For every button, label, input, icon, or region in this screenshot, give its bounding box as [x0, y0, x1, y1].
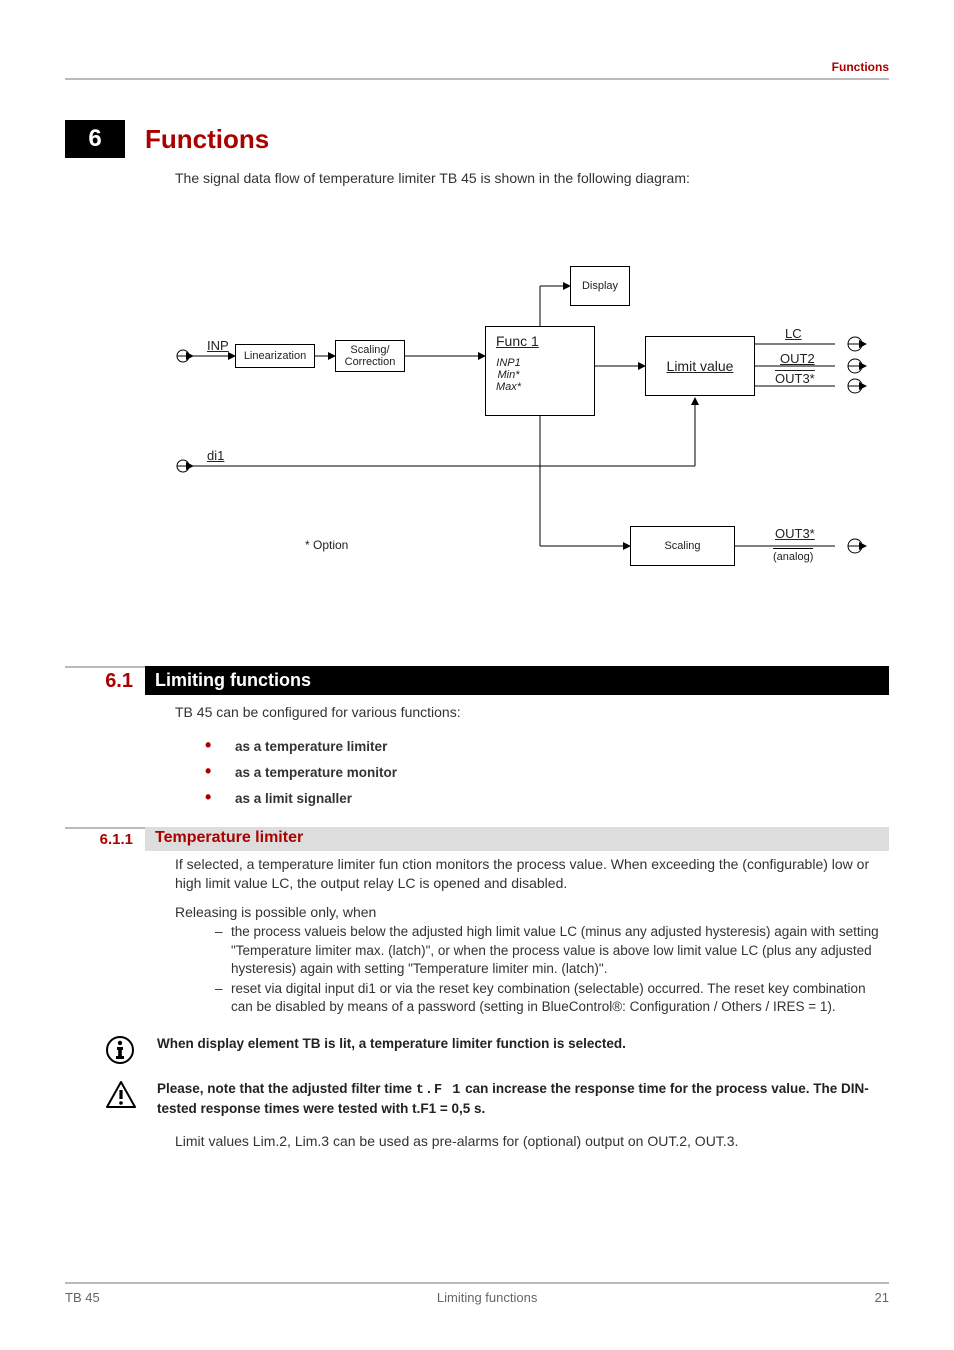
function-list: as a temperature limiter as a temperatur…: [205, 732, 889, 811]
page-footer: TB 45 Limiting functions 21: [65, 1282, 889, 1305]
section-6-1-title: Limiting functions: [145, 666, 889, 695]
temp-limiter-para1: If selected, a temperature limiter fun c…: [175, 855, 889, 893]
info-icon: [105, 1035, 139, 1070]
temp-limiter-release-intro: Releasing is possible only, when: [175, 903, 889, 922]
section-6-1-1-number: 6.1.1: [65, 827, 145, 851]
release-condition-1: the process valueis below the adjusted h…: [215, 923, 889, 978]
diagram-scaling-box: Scaling: [630, 526, 735, 566]
chapter-title: Functions: [145, 124, 269, 155]
diagram-out2: OUT2: [780, 351, 815, 366]
diagram-func1-sub: INP1 Min* Max*: [496, 357, 521, 393]
footer-center: Limiting functions: [437, 1290, 537, 1305]
release-conditions-list: the process valueis below the adjusted h…: [215, 923, 889, 1016]
section-6-1-number: 6.1: [65, 666, 145, 695]
intro-text: The signal data flow of temperature limi…: [175, 170, 889, 186]
footer-right: 21: [875, 1290, 889, 1305]
pre-alarm-note: Limit values Lim.2, Lim.3 can be used as…: [175, 1132, 889, 1151]
diagram-display-box: Display: [570, 266, 630, 306]
warn-seg: t.F 1: [416, 1083, 462, 1098]
chapter-heading: 6 Functions: [65, 120, 889, 158]
diagram-func1-title: Func 1: [496, 333, 539, 349]
section-6-1-1-heading: 6.1.1 Temperature limiter: [65, 827, 889, 851]
bullet-signaller: as a limit signaller: [205, 784, 889, 810]
info-note-row: When display element TB is lit, a temper…: [105, 1035, 889, 1070]
diagram-di1-label: di1: [207, 448, 224, 463]
diagram-func1-box: Func 1 INP1 Min* Max*: [485, 326, 595, 416]
diagram-out3-analog: OUT3*: [775, 526, 815, 541]
warning-note-row: Please, note that the adjusted filter ti…: [105, 1080, 889, 1118]
warn-a: Please, note that the adjusted filter ti…: [157, 1081, 416, 1096]
header-rule: [65, 78, 889, 80]
warning-note-text: Please, note that the adjusted filter ti…: [157, 1080, 889, 1118]
diagram-limit-value-box: Limit value: [645, 336, 755, 396]
header-section-label: Functions: [832, 60, 889, 74]
warning-icon: [105, 1080, 139, 1115]
diagram-option-note: * Option: [305, 538, 348, 552]
signal-flow-diagram: INP Linearization Scaling/ Correction Di…: [175, 226, 895, 586]
chapter-number: 6: [65, 120, 125, 158]
diagram-out-lc: LC: [785, 326, 802, 341]
diagram-out3: OUT3*: [775, 371, 815, 386]
release-condition-2: reset via digital input di1 or via the r…: [215, 980, 889, 1016]
footer-left: TB 45: [65, 1290, 100, 1305]
bullet-limiter: as a temperature limiter: [205, 732, 889, 758]
info-note-text: When display element TB is lit, a temper…: [157, 1035, 626, 1053]
section-6-1-heading: 6.1 Limiting functions: [65, 666, 889, 695]
section-6-1-1-title: Temperature limiter: [145, 827, 889, 851]
diagram-analog-note: (analog): [773, 548, 813, 563]
diagram-inp-label: INP: [207, 338, 229, 353]
diagram-linearization-box: Linearization: [235, 344, 315, 368]
diagram-scaling-correction-box: Scaling/ Correction: [335, 340, 405, 372]
bullet-monitor: as a temperature monitor: [205, 758, 889, 784]
section-6-1-intro: TB 45 can be configured for various func…: [175, 703, 889, 722]
diagram-limit-value-text: Limit value: [667, 358, 734, 374]
